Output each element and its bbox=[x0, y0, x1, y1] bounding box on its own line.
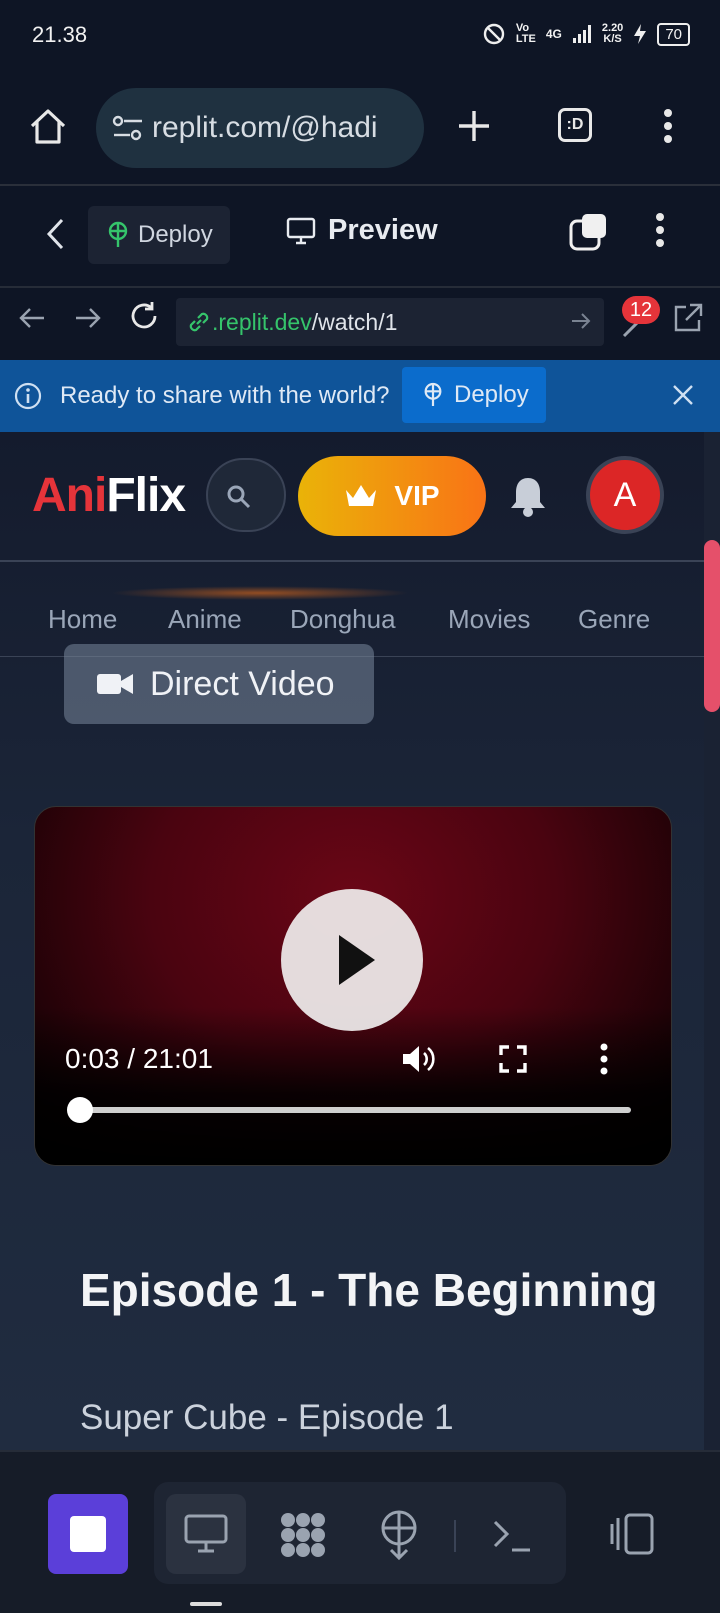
deploy-icon bbox=[424, 382, 442, 406]
pane-layout-icon[interactable] bbox=[608, 1512, 656, 1556]
status-bar: 21.38 Vo LTE 4G 2.20 K/S 70 bbox=[0, 0, 720, 72]
link-icon bbox=[189, 312, 209, 332]
monitor-icon bbox=[286, 217, 316, 244]
gesture-home-indicator[interactable] bbox=[190, 1602, 222, 1606]
info-icon bbox=[14, 382, 42, 410]
url-domain: .replit.dev bbox=[212, 308, 312, 335]
banner-text: Ready to share with the world? bbox=[60, 382, 390, 409]
url-path: /watch/1 bbox=[311, 308, 398, 335]
stop-button[interactable] bbox=[48, 1494, 128, 1574]
network-speed: 2.20 K/S bbox=[601, 22, 624, 45]
charging-icon bbox=[634, 24, 647, 44]
webview-forward-icon[interactable] bbox=[74, 306, 102, 330]
user-avatar[interactable]: A bbox=[586, 456, 664, 534]
status-time: 21.38 bbox=[32, 22, 88, 47]
close-icon[interactable] bbox=[672, 384, 694, 406]
tab-switcher-button[interactable]: :D bbox=[558, 108, 592, 142]
browser-url: replit.com/@hadi bbox=[152, 111, 378, 144]
back-chevron-icon[interactable] bbox=[44, 216, 66, 252]
new-tab-icon[interactable] bbox=[456, 108, 492, 144]
browser-address-bar[interactable]: replit.com/@hadi bbox=[96, 88, 424, 168]
nav-movies[interactable]: Movies bbox=[448, 604, 578, 635]
volume-icon[interactable] bbox=[401, 1043, 435, 1075]
stop-icon bbox=[70, 1516, 106, 1552]
status-icons: Vo LTE 4G 2.20 K/S 70 bbox=[482, 22, 690, 46]
play-button[interactable] bbox=[281, 889, 423, 1031]
reload-icon[interactable] bbox=[128, 300, 160, 332]
search-icon bbox=[227, 485, 251, 509]
replit-bottom-bar bbox=[0, 1450, 720, 1613]
video-player[interactable]: 0:03 / 21:01 bbox=[34, 806, 672, 1166]
replit-toolbar: Deploy Preview bbox=[0, 186, 720, 288]
deploy-tab-label: Deploy bbox=[138, 221, 213, 248]
deploy-icon bbox=[108, 221, 128, 247]
webview-address-row: .replit.dev/watch/1 bbox=[0, 288, 720, 358]
go-arrow-icon[interactable] bbox=[570, 310, 592, 332]
header-divider bbox=[0, 560, 704, 562]
webview-url-field[interactable]: .replit.dev/watch/1 bbox=[176, 298, 604, 346]
play-icon bbox=[339, 935, 375, 985]
site-settings-icon[interactable] bbox=[112, 113, 144, 143]
aniflix-logo[interactable]: AniFlix bbox=[32, 468, 186, 523]
volte-icon: Vo LTE bbox=[515, 22, 536, 45]
webview-tab[interactable] bbox=[166, 1494, 246, 1574]
browser-toolbar: replit.com/@hadi :D bbox=[0, 72, 720, 186]
webview-back-icon[interactable] bbox=[18, 306, 46, 330]
episode-subtitle: Super Cube - Episode 1 bbox=[80, 1398, 454, 1437]
notification-badge: 12 bbox=[622, 296, 660, 324]
video-time: 0:03 / 21:01 bbox=[65, 1043, 213, 1074]
signal-icon bbox=[572, 25, 591, 43]
open-external-icon[interactable] bbox=[672, 302, 704, 334]
banner-deploy-label: Deploy bbox=[454, 381, 529, 408]
main-nav: Home Anime Donghua Movies Genre bbox=[48, 604, 650, 635]
battery-indicator: 70 bbox=[657, 22, 690, 46]
direct-video-label: Direct Video bbox=[150, 664, 335, 703]
bell-icon[interactable] bbox=[508, 474, 548, 518]
deployments-icon[interactable] bbox=[378, 1510, 420, 1560]
monitor-icon bbox=[184, 1514, 228, 1553]
crown-icon bbox=[346, 485, 377, 506]
fullscreen-icon[interactable] bbox=[499, 1045, 527, 1073]
preview-tab[interactable]: Preview bbox=[286, 214, 438, 247]
vip-button[interactable]: VIP bbox=[298, 456, 486, 536]
video-camera-icon bbox=[97, 674, 133, 694]
shell-icon[interactable] bbox=[492, 1518, 532, 1554]
network-type: 4G bbox=[545, 27, 562, 41]
direct-video-button[interactable]: Direct Video bbox=[64, 644, 374, 724]
aniflix-page: AniFlix VIP A Home Anime Donghua Movies … bbox=[0, 432, 704, 1450]
deploy-tab[interactable]: Deploy bbox=[88, 206, 230, 264]
page-scrollbar-thumb[interactable] bbox=[704, 540, 720, 712]
video-progress-track[interactable] bbox=[79, 1107, 631, 1113]
agent-icon[interactable] bbox=[278, 1510, 328, 1560]
vip-label: VIP bbox=[394, 480, 440, 511]
replit-menu-icon[interactable] bbox=[654, 212, 666, 248]
nav-genre[interactable]: Genre bbox=[578, 604, 650, 635]
nav-donghua[interactable]: Donghua bbox=[290, 604, 448, 635]
home-icon[interactable] bbox=[28, 106, 68, 146]
banner-deploy-button[interactable]: Deploy bbox=[402, 367, 546, 423]
deploy-banner: Ready to share with the world? Deploy bbox=[0, 360, 720, 432]
browser-menu-icon[interactable] bbox=[662, 108, 674, 144]
video-more-icon[interactable] bbox=[599, 1043, 609, 1075]
panes-icon[interactable] bbox=[568, 212, 608, 252]
nav-home[interactable]: Home bbox=[48, 604, 168, 635]
episode-title: Episode 1 - The Beginning bbox=[80, 1264, 658, 1316]
preview-tab-label: Preview bbox=[328, 214, 438, 246]
do-not-disturb-icon bbox=[483, 23, 505, 45]
nav-anime[interactable]: Anime bbox=[168, 604, 290, 635]
nav-glow bbox=[110, 586, 410, 600]
tab-group-divider bbox=[454, 1520, 456, 1552]
search-button[interactable] bbox=[206, 458, 286, 532]
